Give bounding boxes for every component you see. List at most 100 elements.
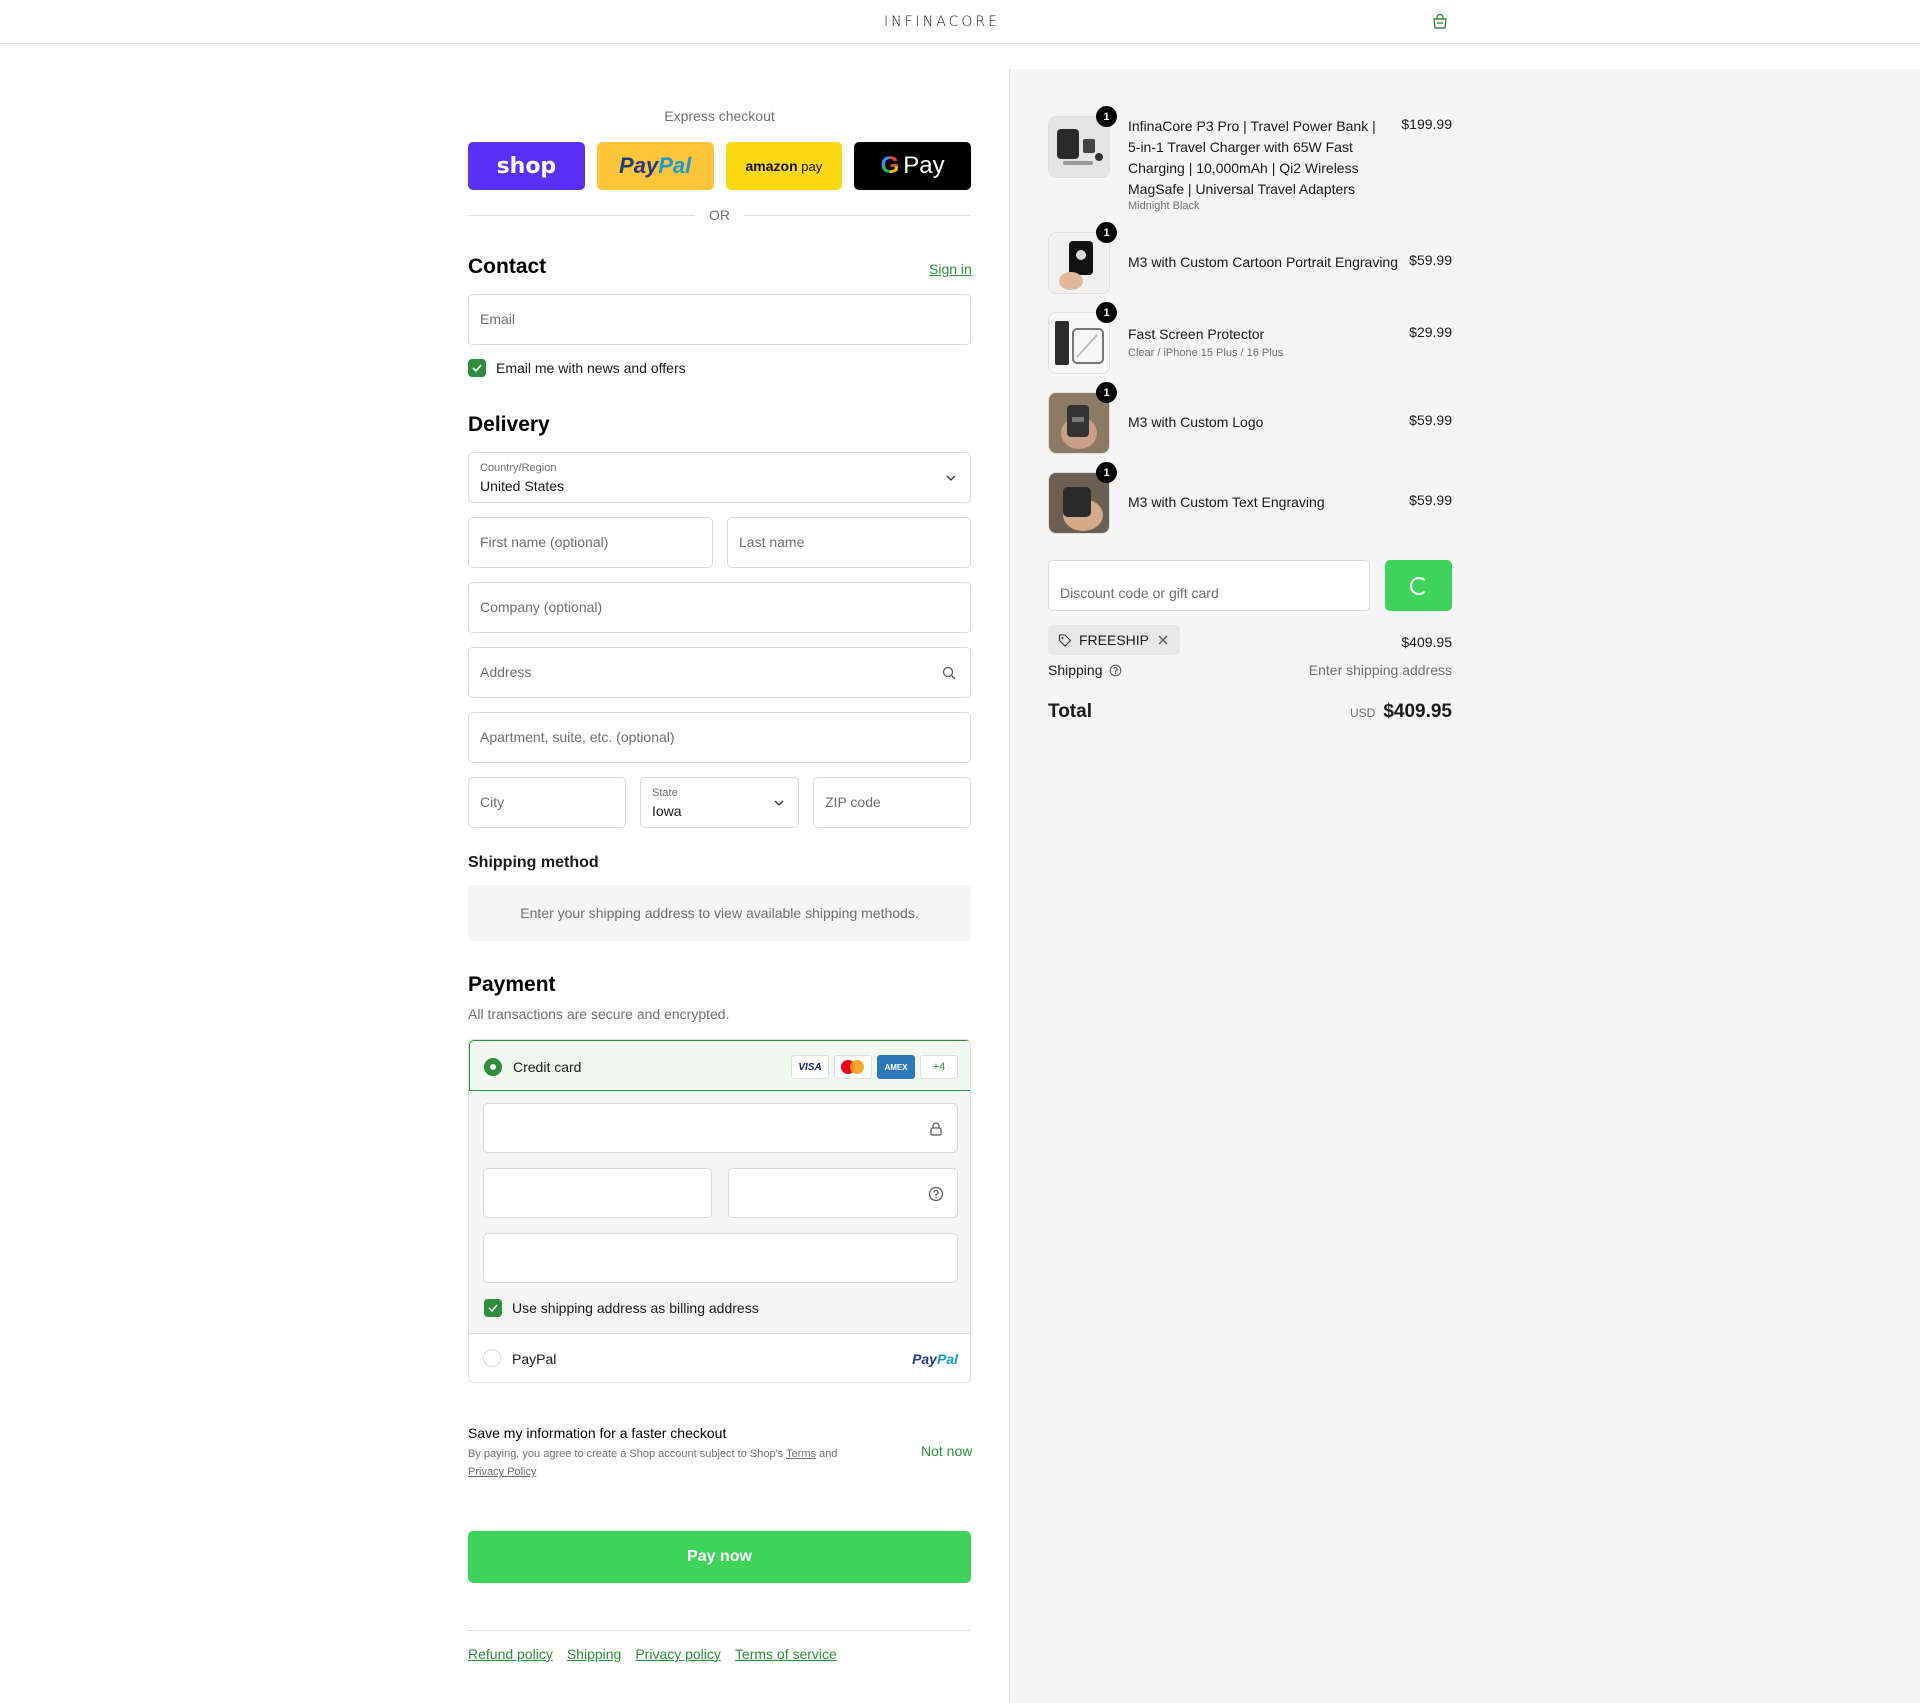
city-placeholder: City <box>480 794 505 810</box>
news-checkbox[interactable] <box>468 359 486 377</box>
item-price: $29.99 <box>1409 324 1452 340</box>
google-pay-button[interactable]: G Pay <box>854 142 971 190</box>
not-now-button[interactable]: Not now <box>921 1443 972 1459</box>
expiration-date-field[interactable] <box>483 1168 712 1218</box>
billing-checkbox[interactable] <box>484 1299 502 1317</box>
news-checkbox-row[interactable]: Email me with news and offers <box>468 359 686 377</box>
state-label: State <box>652 787 678 799</box>
shop-terms-link[interactable]: Terms <box>786 1448 816 1460</box>
billing-checkbox-row[interactable]: Use shipping address as billing address <box>484 1299 759 1317</box>
name-on-card-field[interactable] <box>483 1233 958 1283</box>
first-name-field[interactable]: First name (optional) <box>468 517 713 568</box>
credit-card-option[interactable]: Credit card VISA AMEX +4 <box>469 1040 970 1091</box>
help-circle-icon[interactable] <box>928 1186 944 1202</box>
delivery-heading: Delivery <box>468 413 550 436</box>
credit-card-radio[interactable] <box>484 1058 502 1076</box>
shipping-summary-label: Shipping <box>1048 662 1122 678</box>
tag-icon <box>1058 634 1072 647</box>
shop-privacy-link[interactable]: Privacy Policy <box>468 1466 536 1478</box>
paypal-radio[interactable] <box>483 1349 501 1367</box>
header: INFINACORE <box>0 0 1920 44</box>
paypal-express-button[interactable]: Pay Pal <box>596 142 714 190</box>
pay-now-button[interactable]: Pay now <box>468 1531 971 1583</box>
remove-discount-icon[interactable] <box>1156 633 1170 647</box>
check-icon <box>488 1304 498 1313</box>
chevron-down-icon <box>774 800 784 806</box>
save-info-terms: By paying, you agree to create a Shop ac… <box>468 1445 888 1481</box>
total-amount: $409.95 <box>1383 701 1452 722</box>
paypal-option[interactable]: PayPal PayPal <box>469 1333 970 1382</box>
help-circle-icon[interactable] <box>1109 664 1122 677</box>
state-select[interactable]: State Iowa <box>640 777 799 828</box>
item-price: $59.99 <box>1409 412 1452 428</box>
contact-heading: Contact <box>468 255 547 278</box>
last-name-placeholder: Last name <box>739 534 805 550</box>
country-value: United States <box>480 478 565 494</box>
express-checkout-buttons: shop Pay Pal amazon pay G Pay <box>468 142 971 190</box>
email-placeholder: Email <box>480 311 516 327</box>
credit-card-label: Credit card <box>513 1059 582 1075</box>
line-item: 1 M3 with Custom Cartoon Portrait Engrav… <box>1048 222 1452 296</box>
search-icon <box>942 666 956 680</box>
check-icon <box>472 364 482 373</box>
privacy-policy-link[interactable]: Privacy policy <box>635 1646 721 1662</box>
footer-divider <box>468 1630 971 1631</box>
shipping-policy-link[interactable]: Shipping <box>567 1646 622 1662</box>
sign-in-link[interactable]: Sign in <box>929 261 972 277</box>
paypal-logo-b: Pal <box>936 1351 958 1367</box>
zip-field[interactable]: ZIP code <box>813 777 971 828</box>
quantity-badge: 1 <box>1096 302 1117 323</box>
express-checkout-title: Express checkout <box>664 108 775 124</box>
item-name: M3 with Custom Logo <box>1128 414 1264 430</box>
loading-spinner-icon <box>1409 576 1428 595</box>
discount-code-label: FREESHIP <box>1079 632 1150 648</box>
quantity-badge: 1 <box>1096 106 1117 127</box>
quantity-badge: 1 <box>1096 462 1117 483</box>
apartment-field[interactable]: Apartment, suite, etc. (optional) <box>468 712 971 763</box>
country-select[interactable]: Country/Region United States <box>468 452 971 503</box>
amazon-pay-label: pay <box>801 158 823 174</box>
security-code-field[interactable] <box>728 1168 958 1218</box>
total-label: Total <box>1048 701 1092 722</box>
address-field[interactable]: Address <box>468 647 971 698</box>
pay-now-label: Pay now <box>687 1548 752 1565</box>
or-label: OR <box>709 207 730 223</box>
store-logo[interactable]: INFINACORE <box>884 12 1000 32</box>
item-price: $59.99 <box>1409 492 1452 508</box>
apply-discount-button[interactable] <box>1385 560 1452 611</box>
amazon-label: amazon <box>745 158 798 174</box>
or-divider: OR <box>468 207 971 223</box>
lock-icon <box>930 1122 942 1136</box>
shop-pay-button[interactable]: shop <box>468 142 585 190</box>
last-name-field[interactable]: Last name <box>727 517 971 568</box>
shipping-method-heading: Shipping method <box>468 854 599 871</box>
save-terms-text-a: By paying, you agree to create a Shop ac… <box>468 1448 787 1460</box>
payment-methods: Credit card VISA AMEX +4 Use shipping ad… <box>468 1039 971 1383</box>
state-value: Iowa <box>652 803 682 819</box>
quantity-badge: 1 <box>1096 382 1117 403</box>
country-label: Country/Region <box>480 462 557 474</box>
discount-code-field[interactable]: Discount code or gift card <box>1048 560 1370 611</box>
email-field[interactable]: Email <box>468 294 971 345</box>
subtotal-amount: $409.95 <box>1401 634 1452 650</box>
google-pay-label: Pay <box>903 152 945 179</box>
card-number-field[interactable] <box>483 1103 958 1153</box>
refund-policy-link[interactable]: Refund policy <box>468 1646 553 1662</box>
amazon-pay-button[interactable]: amazon pay <box>725 142 843 190</box>
company-field[interactable]: Company (optional) <box>468 582 971 633</box>
discount-placeholder: Discount code or gift card <box>1060 585 1219 601</box>
paypal-label-b: Pal <box>658 153 692 178</box>
item-price: $199.99 <box>1401 116 1452 132</box>
shipping-label: Shipping <box>1048 662 1103 678</box>
item-variant: Clear / iPhone 15 Plus / 16 Plus <box>1128 347 1284 359</box>
terms-of-service-link[interactable]: Terms of service <box>735 1646 837 1662</box>
city-field[interactable]: City <box>468 777 626 828</box>
line-item: 1 M3 with Custom Logo $59.99 <box>1048 382 1452 456</box>
bag-icon[interactable] <box>1430 12 1450 32</box>
paypal-label: PayPal <box>512 1351 557 1367</box>
news-label: Email me with news and offers <box>496 360 686 376</box>
paypal-logo-a: Pay <box>912 1351 937 1367</box>
address-placeholder: Address <box>480 664 532 680</box>
logo-text: INFINACORE <box>884 14 1000 30</box>
shop-pay-label: shop <box>496 153 557 179</box>
